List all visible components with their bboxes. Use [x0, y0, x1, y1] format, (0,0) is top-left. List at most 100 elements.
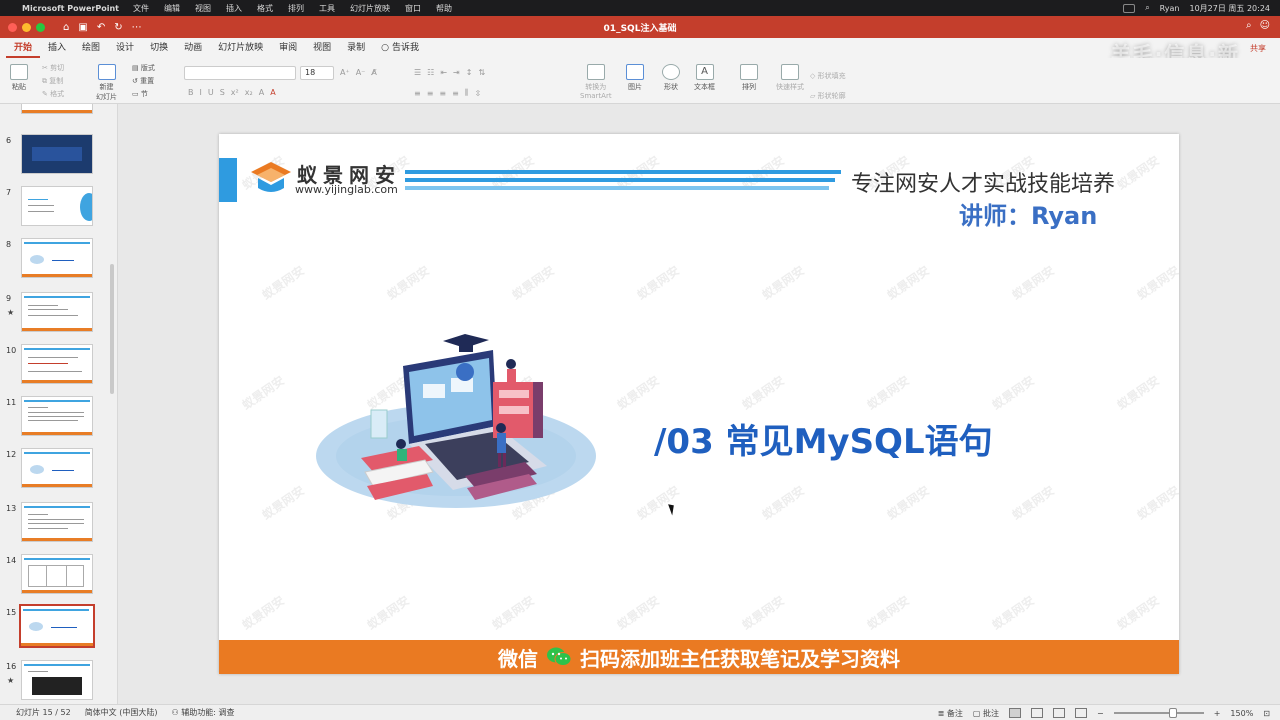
- slide-thumbnail[interactable]: [21, 238, 93, 278]
- slide-thumbnail[interactable]: [21, 186, 93, 226]
- convert-smartart-button[interactable]: 转换为 SmartArt: [580, 64, 612, 100]
- slideshow-view-icon[interactable]: [1075, 708, 1088, 718]
- comments-button[interactable]: ▢ 批注: [973, 708, 999, 719]
- zoom-window-button[interactable]: [36, 22, 45, 32]
- screen-record-icon[interactable]: [1123, 3, 1136, 13]
- list-item[interactable]: 15: [0, 604, 117, 650]
- bullets-icon[interactable]: ☰: [414, 68, 421, 77]
- shape-fill-button[interactable]: ◇ 形状填充: [810, 66, 846, 86]
- justify-icon[interactable]: ≡: [452, 89, 459, 98]
- italic-icon[interactable]: I: [200, 88, 202, 97]
- section-button[interactable]: ▭ 节: [132, 88, 155, 101]
- shapes-button[interactable]: 形状: [662, 64, 680, 92]
- list-item[interactable]: 6: [0, 134, 117, 178]
- fit-slide-icon[interactable]: ⊡: [1263, 709, 1270, 718]
- align-left-icon[interactable]: ≡: [414, 89, 421, 98]
- account-icon[interactable]: ☺: [1260, 20, 1270, 31]
- more-icon[interactable]: ⋯: [132, 22, 142, 33]
- slide-thumbnail[interactable]: [21, 502, 93, 542]
- slide-thumbnails-pane[interactable]: 6 7 8 9 ★ 10 11 12 13 14 15 16 ★: [0, 104, 118, 704]
- clock[interactable]: 10月27日 周五 20:24: [1190, 3, 1271, 14]
- paste-button[interactable]: 粘贴: [10, 64, 28, 92]
- underline-icon[interactable]: U: [208, 88, 214, 97]
- textbox-button[interactable]: A 文本框: [694, 64, 715, 92]
- redo-icon[interactable]: ↻: [114, 22, 122, 33]
- superscript-icon[interactable]: x²: [231, 88, 239, 97]
- undo-icon[interactable]: ↶: [97, 22, 105, 33]
- notes-button[interactable]: ≣ 备注: [938, 708, 963, 719]
- current-slide[interactable]: 蚁景网安 蚁景网安 蚁景网安 蚁景网安 蚁景网安 蚁景网安 蚁景网安 蚁景网安 蚁景网安 蚁景网安…: [219, 134, 1179, 674]
- tab-insert[interactable]: 插入: [40, 38, 74, 58]
- slide-thumbnail[interactable]: [21, 554, 93, 594]
- app-menu[interactable]: Microsoft PowerPoint: [22, 4, 119, 13]
- accessibility[interactable]: ⚇ 辅助功能: 调查: [171, 707, 234, 718]
- list-item[interactable]: 14: [0, 554, 117, 598]
- menu-window[interactable]: 窗口: [405, 3, 421, 14]
- reset-button[interactable]: ↺ 重置: [132, 75, 155, 88]
- font-grow-icon[interactable]: A⁺: [340, 68, 350, 77]
- subscript-icon[interactable]: x₂: [245, 88, 253, 97]
- clear-format-icon[interactable]: A̸: [371, 68, 376, 77]
- slide-thumbnail[interactable]: [21, 396, 93, 436]
- share-button[interactable]: 共享: [1250, 43, 1266, 54]
- menu-edit[interactable]: 编辑: [164, 3, 180, 14]
- menu-help[interactable]: 帮助: [436, 3, 452, 14]
- language[interactable]: 简体中文 (中国大陆): [85, 707, 158, 718]
- zoom-level[interactable]: 150%: [1230, 709, 1253, 718]
- copy-button[interactable]: ⧉ 复制: [42, 75, 64, 88]
- tab-home[interactable]: 开始: [6, 38, 41, 58]
- text-direction-icon[interactable]: ⇅: [478, 68, 485, 77]
- tab-transitions[interactable]: 切换: [142, 38, 176, 58]
- picture-button[interactable]: 图片: [626, 64, 644, 92]
- slide-sorter-icon[interactable]: [1031, 708, 1044, 718]
- reading-view-icon[interactable]: [1053, 708, 1066, 718]
- tab-slideshow[interactable]: 幻灯片放映: [210, 38, 271, 58]
- list-item[interactable]: 7: [0, 186, 117, 230]
- tab-review[interactable]: 审阅: [271, 38, 305, 58]
- list-item[interactable]: 11: [0, 396, 117, 440]
- close-window-button[interactable]: [8, 22, 17, 32]
- align-text-icon[interactable]: ⇳: [475, 89, 482, 98]
- home-icon[interactable]: ⌂: [63, 22, 69, 33]
- format-painter-button[interactable]: ✎ 格式: [42, 88, 64, 101]
- tell-me[interactable]: ○ 告诉我: [373, 38, 427, 58]
- shape-outline-button[interactable]: ▱ 形状轮廓: [810, 86, 846, 106]
- save-icon[interactable]: ▣: [78, 22, 87, 33]
- indent-increase-icon[interactable]: ⇥: [453, 68, 460, 77]
- strikethrough-icon[interactable]: S: [220, 88, 225, 97]
- columns-icon[interactable]: ⫼: [465, 88, 469, 98]
- font-shrink-icon[interactable]: A⁻: [356, 68, 366, 77]
- bold-icon[interactable]: B: [188, 88, 194, 97]
- layout-button[interactable]: ▤ 版式: [132, 62, 155, 75]
- cut-button[interactable]: ✂ 剪切: [42, 62, 64, 75]
- text-highlight-icon[interactable]: A: [259, 88, 264, 97]
- slide-thumbnail-selected[interactable]: [19, 604, 95, 648]
- list-item[interactable]: 13: [0, 502, 117, 546]
- font-size-field[interactable]: 18: [300, 66, 334, 80]
- slide-thumbnail[interactable]: [21, 344, 93, 384]
- new-slide-button[interactable]: 新建 幻灯片: [96, 64, 117, 102]
- slide-thumbnail[interactable]: [21, 660, 93, 700]
- zoom-slider[interactable]: [1113, 708, 1204, 718]
- menu-view[interactable]: 视图: [195, 3, 211, 14]
- align-right-icon[interactable]: ≡: [439, 89, 446, 98]
- zoom-slider-knob[interactable]: [1168, 708, 1177, 718]
- menu-format[interactable]: 格式: [257, 3, 273, 14]
- minimize-window-button[interactable]: [22, 22, 31, 32]
- indent-decrease-icon[interactable]: ⇤: [440, 68, 447, 77]
- menu-file[interactable]: 文件: [133, 3, 149, 14]
- slide-thumbnail[interactable]: [21, 134, 93, 174]
- zoom-out-icon[interactable]: −: [1097, 709, 1104, 718]
- line-spacing-icon[interactable]: ↕: [466, 68, 473, 77]
- tab-record[interactable]: 录制: [339, 38, 373, 58]
- list-item[interactable]: 12: [0, 448, 117, 492]
- numbering-icon[interactable]: ☷: [427, 68, 434, 77]
- font-color-icon[interactable]: A: [270, 88, 275, 97]
- slide-thumbnail[interactable]: [21, 448, 93, 488]
- menu-slideshow[interactable]: 幻灯片放映: [350, 3, 390, 14]
- slide-thumbnail[interactable]: [21, 104, 93, 114]
- tab-animations[interactable]: 动画: [176, 38, 210, 58]
- thumbnail-scrollbar[interactable]: [110, 264, 114, 394]
- tab-draw[interactable]: 绘图: [74, 38, 108, 58]
- quick-styles-button[interactable]: 快速样式: [776, 64, 804, 92]
